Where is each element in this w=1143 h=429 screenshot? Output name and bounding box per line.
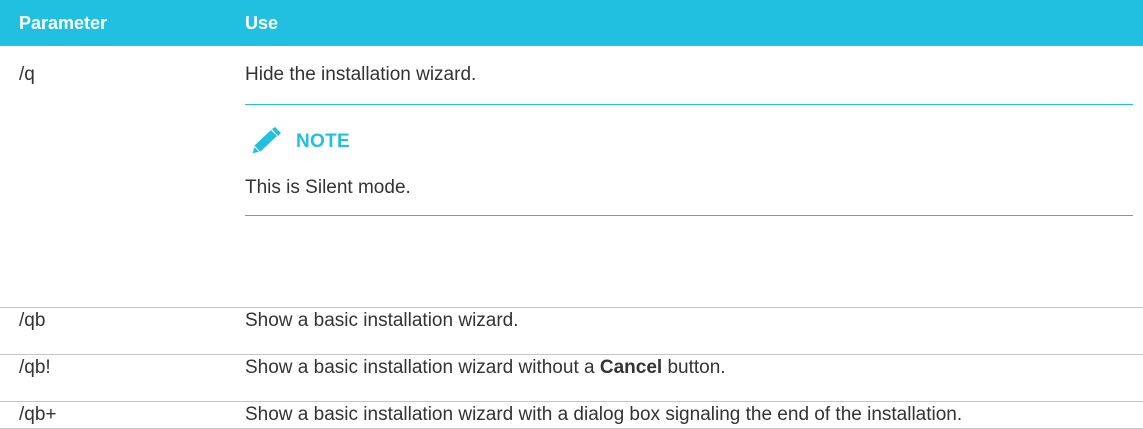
parameter-cell: /qb! xyxy=(0,354,226,402)
parameter-table: Parameter Use /q Hide the installation w… xyxy=(0,0,1143,429)
table-row: /q Hide the installation wizard. NOTE Th… xyxy=(0,46,1143,308)
use-text-after: button. xyxy=(662,357,726,378)
header-parameter: Parameter xyxy=(0,0,226,46)
use-cell: Show a basic installation wizard without… xyxy=(226,354,1143,402)
parameter-cell: /qb xyxy=(0,307,226,355)
use-cell: Show a basic installation wizard. xyxy=(226,307,1143,355)
use-text: Hide the installation wizard. xyxy=(245,64,477,85)
use-text-before: Show a basic installation wizard without… xyxy=(245,357,600,378)
use-cell: Show a basic installation wizard with a … xyxy=(226,401,1143,429)
header-use: Use xyxy=(226,0,1143,46)
note-box: NOTE This is Silent mode. xyxy=(245,104,1133,216)
note-title: NOTE xyxy=(296,131,350,152)
cancel-term: Cancel xyxy=(599,357,663,378)
parameter-cell: /qb+ xyxy=(0,401,226,429)
table-header: Parameter Use xyxy=(0,0,1143,46)
header-row: Parameter Use xyxy=(0,0,1143,46)
table-row: /qb! Show a basic installation wizard wi… xyxy=(0,354,1143,402)
parameter-cell: /q xyxy=(0,46,226,308)
table-row: /qb Show a basic installation wizard. xyxy=(0,307,1143,355)
table-body: /q Hide the installation wizard. NOTE Th… xyxy=(0,46,1143,429)
note-text: This is Silent mode. xyxy=(245,177,411,198)
table-row: /qb+ Show a basic installation wizard wi… xyxy=(0,401,1143,429)
note-header: NOTE xyxy=(248,127,1133,157)
use-cell: Hide the installation wizard. NOTE This xyxy=(226,46,1143,308)
pencil-icon xyxy=(248,127,284,157)
